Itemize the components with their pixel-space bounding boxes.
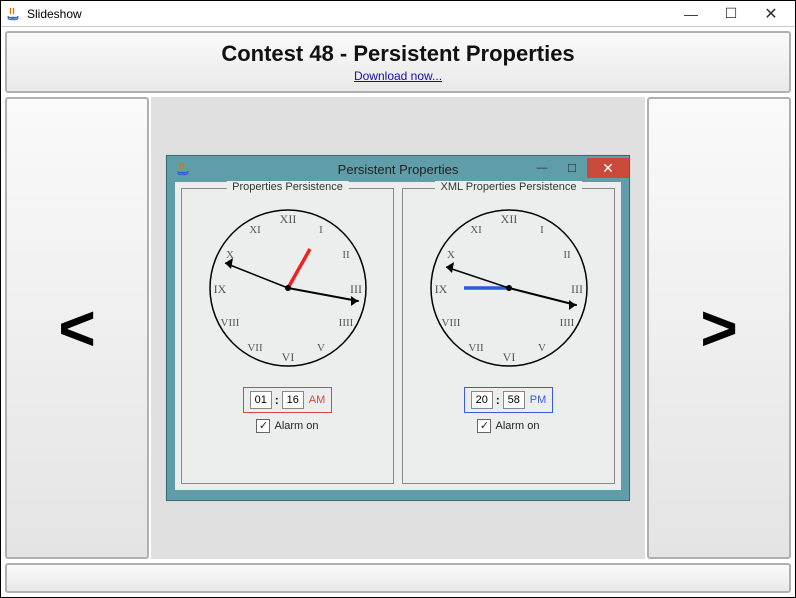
svg-text:III: III (571, 282, 583, 296)
svg-text:X: X (447, 249, 455, 261)
alarm-checkbox-1[interactable]: ✓ (256, 419, 270, 433)
alarm-checkbox-2[interactable]: ✓ (477, 419, 491, 433)
svg-text:XII: XII (500, 212, 517, 226)
inner-body: Properties Persistence XII I II III IIII… (175, 182, 621, 490)
minute-input-1[interactable] (282, 391, 304, 409)
java-icon (175, 161, 191, 177)
svg-text:III: III (350, 282, 362, 296)
outer-window: Slideshow — ☐ ✕ Contest 48 - Persistent … (0, 0, 796, 598)
panel-xml-properties: XML Properties Persistence XII I II III … (402, 188, 615, 484)
svg-text:VII: VII (247, 342, 263, 354)
java-icon (5, 6, 21, 22)
close-button[interactable]: ✕ (751, 2, 791, 26)
svg-text:XII: XII (279, 212, 296, 226)
svg-text:VI: VI (502, 350, 515, 364)
time-row-2: : PM (464, 387, 554, 413)
svg-text:IIII: IIII (559, 317, 574, 329)
next-button[interactable]: > (647, 97, 791, 559)
alarm-row-1: ✓ Alarm on (256, 419, 318, 433)
svg-text:VIII: VIII (220, 317, 239, 329)
inner-minimize-button[interactable]: — (527, 158, 557, 178)
svg-text:IX: IX (213, 282, 226, 296)
svg-text:II: II (342, 249, 350, 261)
ampm-1: AM (309, 394, 326, 406)
inner-maximize-button[interactable]: ☐ (557, 158, 587, 178)
minimize-button[interactable]: — (671, 2, 711, 26)
prev-button[interactable]: < (5, 97, 149, 559)
svg-text:IIII: IIII (338, 317, 353, 329)
svg-text:IX: IX (434, 282, 447, 296)
svg-text:II: II (563, 249, 571, 261)
ampm-2: PM (530, 394, 547, 406)
hour-input-1[interactable] (250, 391, 272, 409)
inner-close-button[interactable]: ✕ (587, 158, 629, 178)
alarm-label-2: Alarm on (495, 420, 539, 432)
header-band: Contest 48 - Persistent Properties Downl… (5, 31, 791, 93)
hour-input-2[interactable] (471, 391, 493, 409)
content-row: < Persistent Properties — ☐ ✕ (1, 95, 795, 561)
svg-text:I: I (540, 224, 544, 236)
alarm-row-2: ✓ Alarm on (477, 419, 539, 433)
slide-area: Persistent Properties — ☐ ✕ Properties P… (151, 97, 645, 559)
clock-2: XII I II III IIII V VI VII VIII IX X (424, 203, 594, 373)
svg-text:VIII: VIII (441, 317, 460, 329)
svg-text:XI: XI (249, 224, 261, 236)
svg-text:V: V (538, 342, 546, 354)
inner-titlebar: Persistent Properties — ☐ ✕ (167, 156, 629, 182)
window-title: Slideshow (27, 7, 82, 21)
footer-band (5, 563, 791, 593)
time-colon: : (496, 393, 500, 407)
maximize-button[interactable]: ☐ (711, 2, 751, 26)
page-title: Contest 48 - Persistent Properties (221, 41, 574, 67)
svg-text:XI: XI (470, 224, 482, 236)
inner-window-title: Persistent Properties (338, 162, 459, 177)
clock-1: XII I II III IIII V VI VII VIII IX X (203, 203, 373, 373)
svg-text:VI: VI (281, 350, 294, 364)
panel-legend: XML Properties Persistence (435, 181, 583, 193)
time-colon: : (275, 393, 279, 407)
minute-input-2[interactable] (503, 391, 525, 409)
svg-text:VII: VII (468, 342, 484, 354)
svg-text:I: I (319, 224, 323, 236)
svg-text:X: X (226, 249, 234, 261)
panel-properties: Properties Persistence XII I II III IIII… (181, 188, 394, 484)
alarm-label-1: Alarm on (274, 420, 318, 432)
time-row-1: : AM (243, 387, 333, 413)
panel-legend: Properties Persistence (226, 181, 349, 193)
inner-window: Persistent Properties — ☐ ✕ Properties P… (166, 155, 630, 501)
svg-text:V: V (317, 342, 325, 354)
outer-titlebar: Slideshow — ☐ ✕ (1, 1, 795, 27)
download-link[interactable]: Download now... (354, 69, 442, 83)
